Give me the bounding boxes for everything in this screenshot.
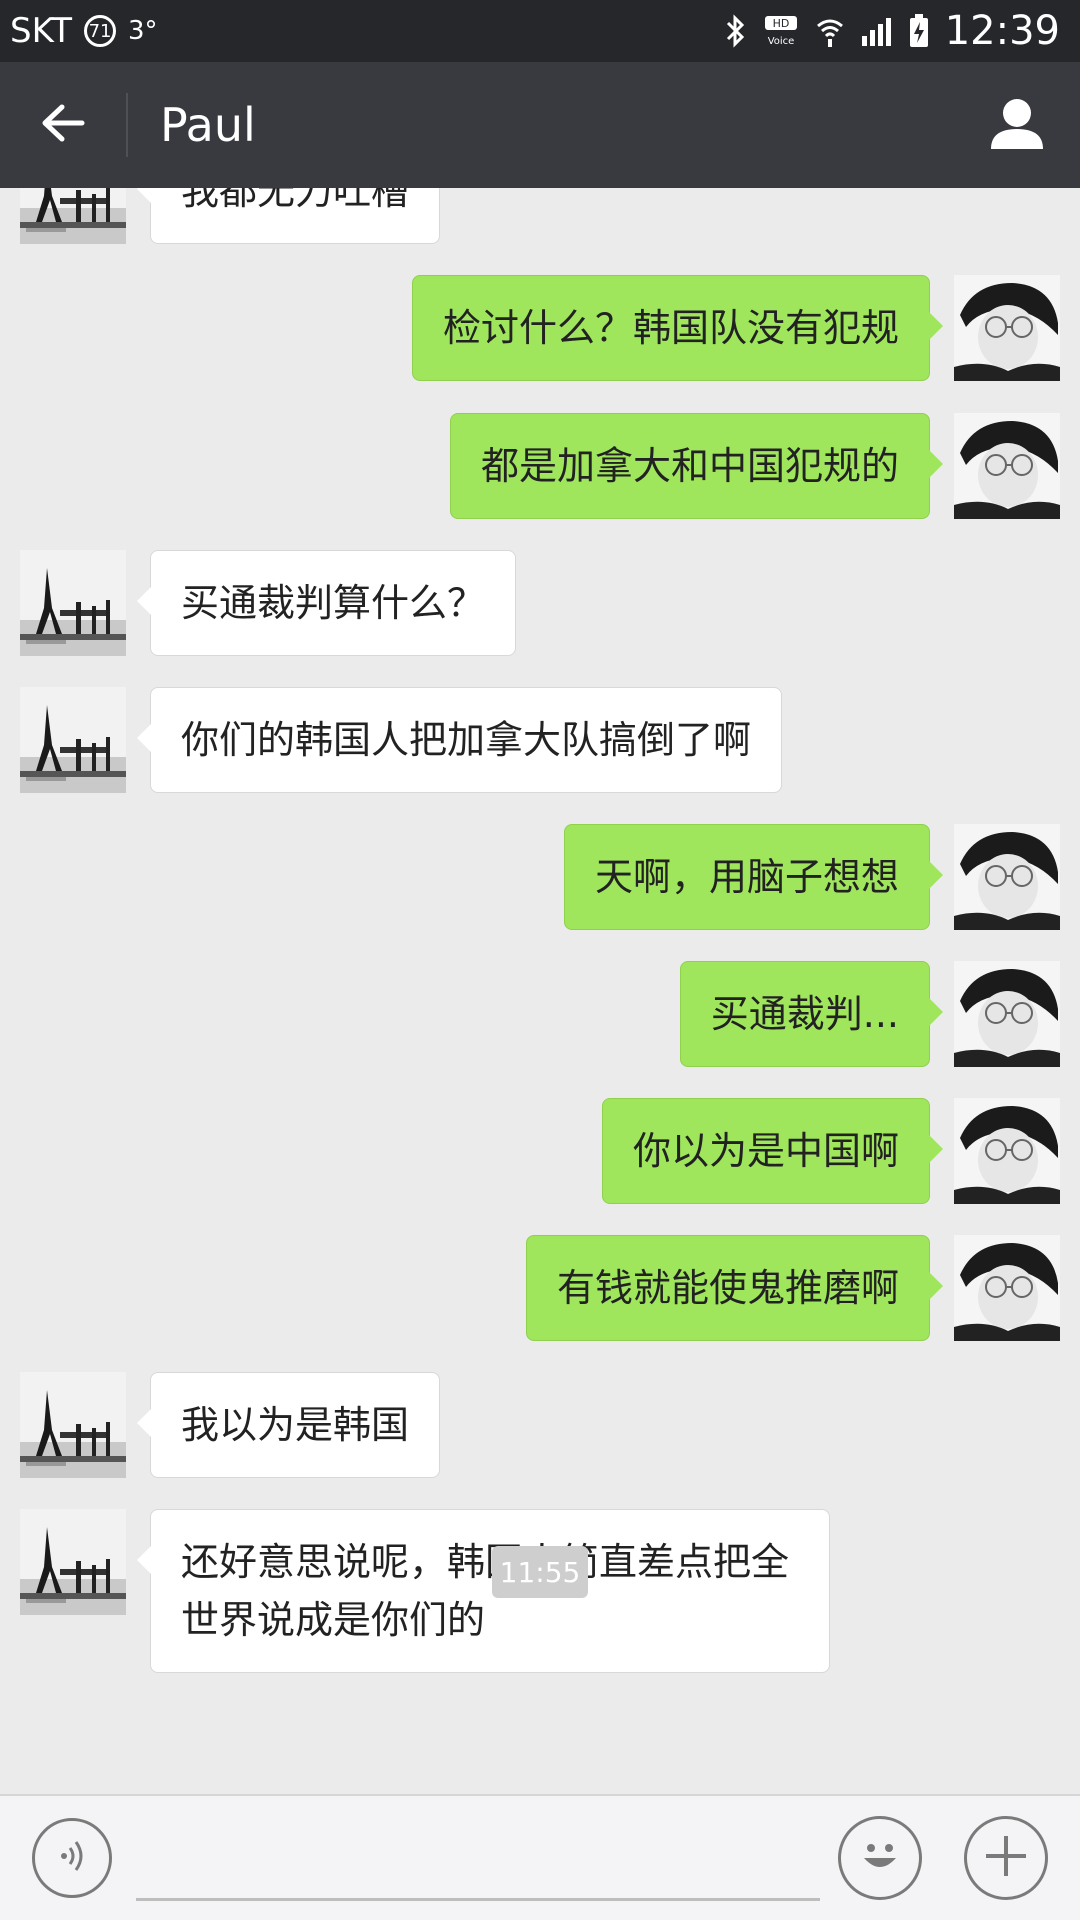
- status-right: HD Voice 12:39: [725, 8, 1060, 54]
- my-avatar[interactable]: [954, 824, 1060, 930]
- received-message-bubble[interactable]: 还好意思说呢，韩国人简直差点把全世界说成是你们的: [137, 1509, 830, 1673]
- signal-icon: [861, 16, 893, 46]
- temperature-label: 3°: [128, 16, 158, 46]
- my-avatar[interactable]: [954, 275, 1060, 381]
- hd-label: HD: [772, 17, 789, 30]
- voice-wave-icon: [52, 1836, 92, 1880]
- received-message-bubble[interactable]: 我都无力吐槽: [136, 188, 441, 244]
- sent-message-bubble[interactable]: 有钱就能使鬼推磨啊: [525, 1235, 944, 1341]
- contact-avatar[interactable]: [20, 1509, 126, 1615]
- status-bar: SKT 71 3° HD Voice 12:39: [0, 0, 1080, 62]
- message-input[interactable]: [136, 1816, 820, 1901]
- voice-button[interactable]: [32, 1818, 112, 1898]
- battery-charging-icon: [909, 14, 929, 48]
- title-divider: [126, 93, 128, 157]
- time-divider: 11:55: [492, 1546, 588, 1598]
- received-message-bubble[interactable]: 我以为是韩国: [136, 1372, 441, 1478]
- person-icon: [989, 97, 1045, 153]
- arrow-left-icon: [40, 103, 86, 147]
- more-button[interactable]: [964, 1816, 1048, 1900]
- sent-message-bubble[interactable]: 检讨什么？韩国队没有犯规: [411, 275, 944, 381]
- plus-icon: [980, 1830, 1032, 1886]
- sent-message-bubble[interactable]: 你以为是中国啊: [601, 1098, 944, 1204]
- sent-message-bubble[interactable]: 都是加拿大和中国犯规的: [449, 413, 944, 519]
- received-message-bubble[interactable]: 你们的韩国人把加拿大队搞倒了啊: [136, 687, 783, 793]
- back-button[interactable]: [0, 62, 126, 188]
- emoji-button[interactable]: [838, 1816, 922, 1900]
- clock: 12:39: [944, 8, 1060, 54]
- bluetooth-icon: [725, 13, 747, 49]
- carrier-label: SKT: [10, 11, 73, 51]
- smiley-icon: [852, 1828, 908, 1888]
- hd-voice-icon: HD Voice: [763, 14, 799, 48]
- sent-message-bubble[interactable]: 天啊，用脑子想想: [563, 824, 944, 930]
- wifi-icon: [815, 14, 845, 48]
- voice-label: Voice: [767, 36, 794, 47]
- title-bar: Paul: [0, 62, 1080, 188]
- my-avatar[interactable]: [954, 961, 1060, 1067]
- contact-avatar[interactable]: [20, 687, 126, 793]
- profile-button[interactable]: [954, 62, 1080, 188]
- my-avatar[interactable]: [954, 1098, 1060, 1204]
- my-avatar[interactable]: [954, 413, 1060, 519]
- sent-message-bubble[interactable]: 买通裁判...: [679, 961, 944, 1067]
- my-avatar[interactable]: [954, 1235, 1060, 1341]
- chat-title: Paul: [160, 98, 256, 152]
- received-message-bubble[interactable]: 买通裁判算什么？: [136, 550, 517, 656]
- input-bar: [0, 1794, 1080, 1920]
- status-left: SKT 71 3°: [10, 11, 158, 51]
- contact-avatar[interactable]: [20, 550, 126, 656]
- contact-avatar[interactable]: [20, 188, 126, 244]
- contact-avatar[interactable]: [20, 1372, 126, 1478]
- notification-badge: 71: [84, 15, 117, 47]
